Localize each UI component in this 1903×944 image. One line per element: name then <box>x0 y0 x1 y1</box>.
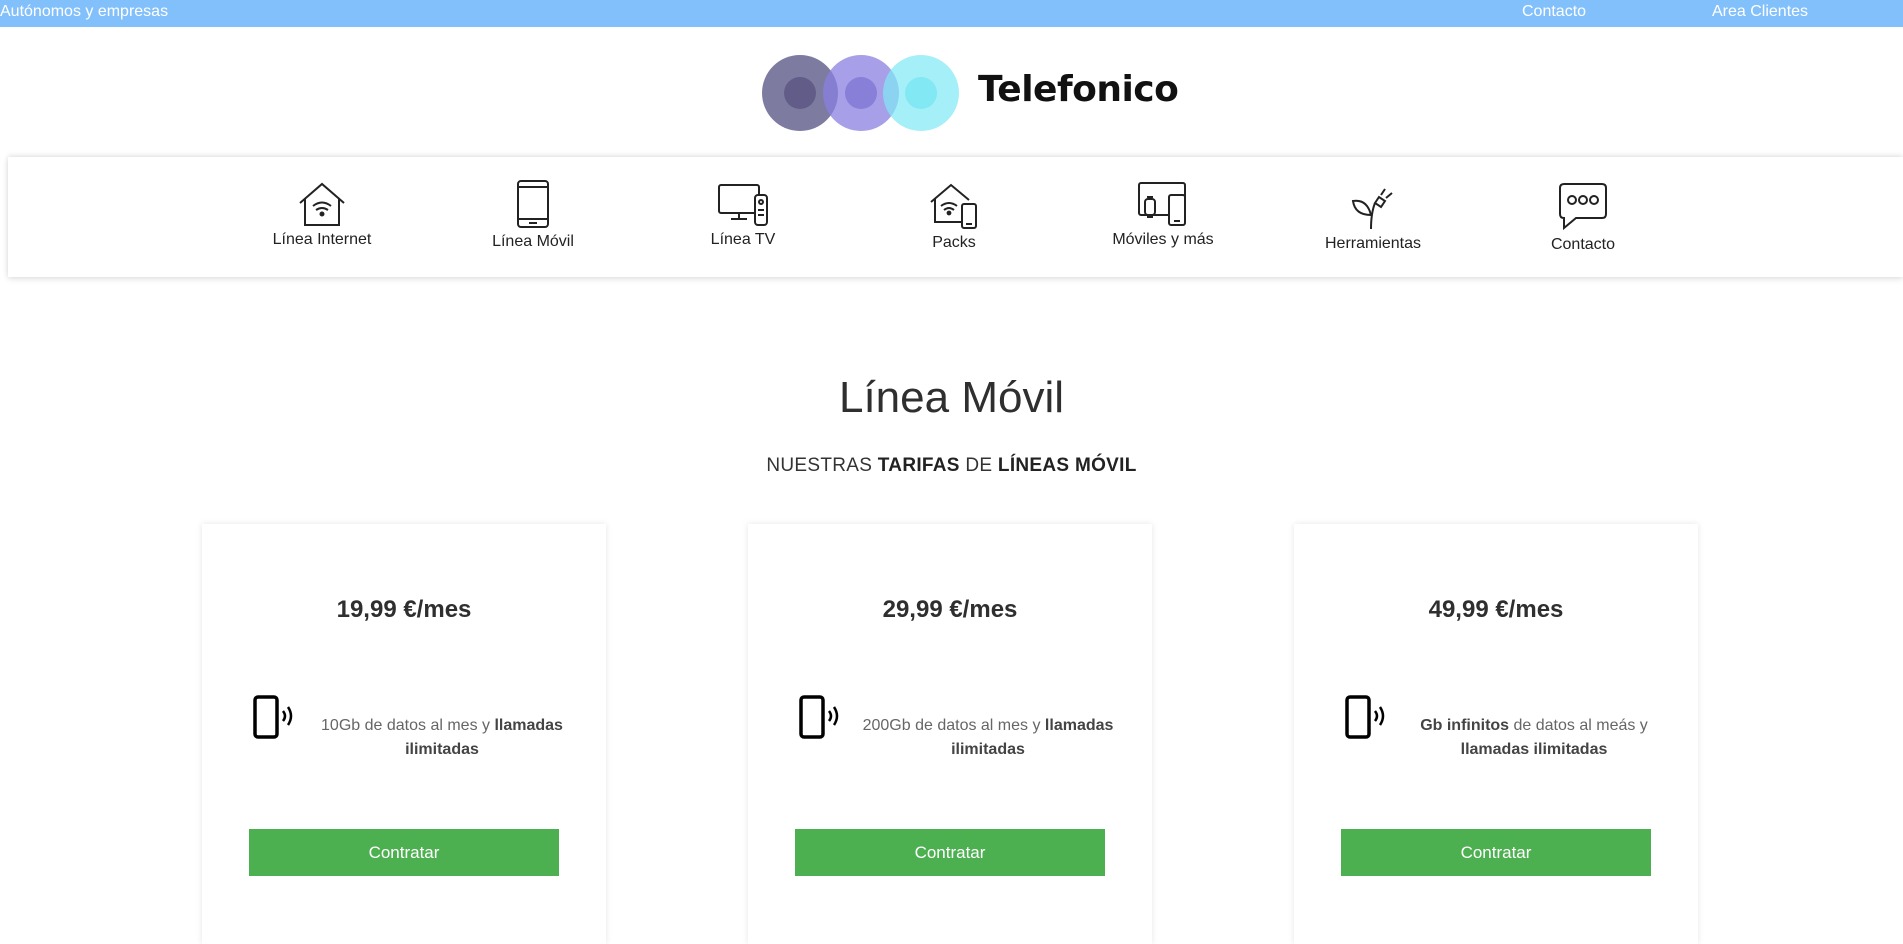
nav-label: Línea TV <box>710 231 776 248</box>
plan-card: 19,99 €/mes 10Gb de datos al mes y llama… <box>202 524 606 944</box>
plan-price: 29,99 €/mes <box>882 596 1018 623</box>
plan-description: 200Gb de datos al mes y llamadas ilimita… <box>862 717 1114 758</box>
main-nav: Línea Internet Línea Móvil Línea TV Pack… <box>8 157 1903 277</box>
phone-signal-icon <box>253 695 293 739</box>
plan-price: 19,99 €/mes <box>336 596 472 623</box>
nav-item-linea-movil[interactable]: Línea Móvil <box>453 179 613 251</box>
nav-label: Móviles y más <box>1112 231 1214 248</box>
chat-bubble-icon <box>1559 183 1607 231</box>
contratar-button[interactable]: Contratar <box>795 829 1105 876</box>
nav-label: Contacto <box>1550 236 1616 253</box>
autonomos-empresas-link[interactable]: Autónomos y empresas <box>0 3 168 21</box>
nav-label: Línea Móvil <box>492 233 574 250</box>
nav-item-packs[interactable]: Packs <box>874 182 1034 252</box>
plant-plug-icon <box>1351 188 1393 230</box>
plan-card: 49,99 €/mes Gb infinitos de datos al meá… <box>1294 524 1698 944</box>
nav-label: Packs <box>932 234 976 251</box>
page-title: Línea Móvil <box>838 373 1064 422</box>
house-phone-icon <box>930 183 977 229</box>
nav-item-contacto[interactable]: Contacto <box>1503 182 1663 254</box>
top-bar: Autónomos y empresas Contacto Area Clien… <box>0 0 1903 27</box>
logo-circles-icon[interactable] <box>760 53 970 133</box>
nav-label: Herramientas <box>1324 235 1422 252</box>
page-subtitle: NUESTRAS TARIFAS DE LÍNEAS MÓVIL <box>766 455 1137 476</box>
plan-price: 49,99 €/mes <box>1428 596 1564 623</box>
header-logo-area: Telefonico <box>0 27 1903 155</box>
nav-label: Línea Internet <box>272 231 372 248</box>
contratar-button[interactable]: Contratar <box>1341 829 1651 876</box>
nav-item-herramientas[interactable]: Herramientas <box>1293 185 1453 253</box>
contratar-button[interactable]: Contratar <box>249 829 559 876</box>
phone-signal-icon <box>799 695 839 739</box>
nav-item-linea-tv[interactable]: Línea TV <box>663 183 823 249</box>
area-clientes-link[interactable]: Area Clientes <box>1712 3 1808 21</box>
phone-signal-icon <box>1345 695 1385 739</box>
plan-card: 29,99 €/mes 200Gb de datos al mes y llam… <box>748 524 1152 944</box>
tv-remote-icon <box>718 184 768 226</box>
devices-icon <box>1138 182 1186 226</box>
smartphone-icon <box>517 180 549 228</box>
nav-item-linea-internet[interactable]: Línea Internet <box>242 181 402 249</box>
house-wifi-icon <box>299 182 345 226</box>
top-contact-link[interactable]: Contacto <box>1522 3 1586 21</box>
nav-item-moviles-y-mas[interactable]: Móviles y más <box>1083 181 1243 249</box>
plan-description: Gb infinitos de datos al meás y llamadas… <box>1420 717 1648 758</box>
brand-name[interactable]: Telefonico <box>978 69 1179 110</box>
plan-description: 10Gb de datos al mes y llamadas ilimitad… <box>321 717 563 758</box>
